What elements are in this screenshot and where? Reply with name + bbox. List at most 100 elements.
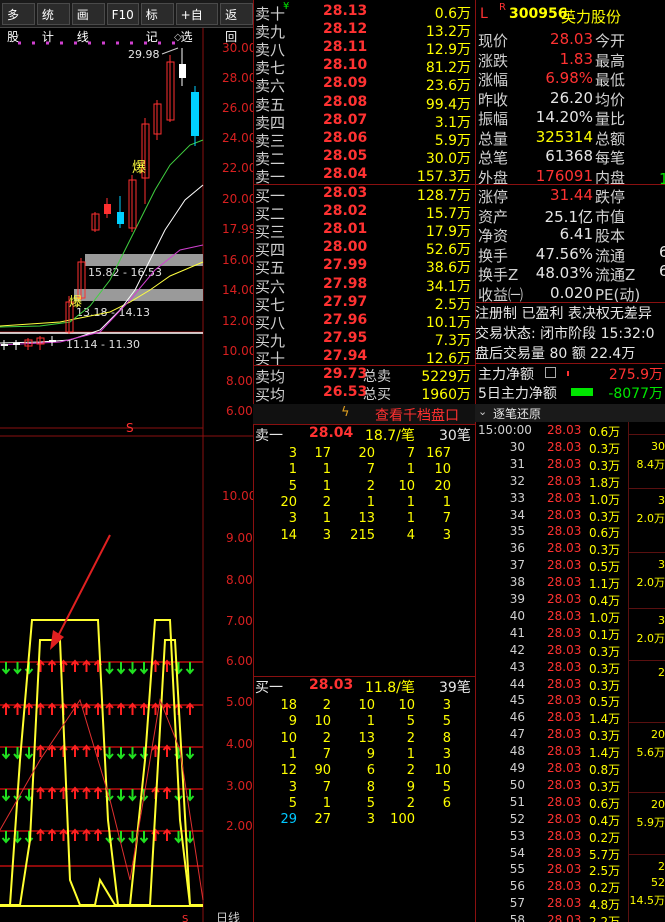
tick-volume: 0.6万: [589, 796, 621, 811]
tick-row: 41 28.03 0.1万: [475, 626, 625, 643]
tick-volume: 1.0万: [589, 492, 621, 507]
buy-level-row[interactable]: 买二 28.02 15.7万: [253, 203, 475, 223]
draw-line-button[interactable]: 画线: [71, 2, 105, 44]
sell-level-row[interactable]: 卖十 28.13 0.6万 ¥: [253, 1, 475, 23]
buy-level-row[interactable]: 买一 28.03 128.7万: [253, 185, 475, 205]
burst-marker: 爆: [69, 295, 82, 310]
queue-cell: 13: [358, 730, 375, 746]
quote-key: 现价: [478, 32, 509, 50]
price-axis-label: 17.99: [222, 222, 253, 236]
queue-cell: 2: [322, 494, 331, 510]
queue-cell: 10: [398, 698, 415, 713]
quote-key: 涨幅: [478, 71, 509, 89]
quote-key: 涨跌: [478, 51, 509, 70]
tick-side-value: 20: [651, 728, 665, 741]
tick-title-bar[interactable]: ⌄ 逐笔还原: [475, 404, 665, 422]
queue-cell: 5: [288, 478, 297, 494]
sell-level-row[interactable]: 卖三 28.06 5.9万: [253, 130, 475, 150]
buy-level-row[interactable]: 买九 27.95 7.3万: [253, 330, 475, 350]
queue-cell: 8: [442, 730, 451, 746]
sell-level-row[interactable]: 卖七 28.10 81.2万: [253, 57, 475, 77]
quote-value: 25.1亿: [544, 207, 593, 226]
down-arrow-icon: [185, 662, 195, 675]
registration-line: 注册制 已盈利 表决权无差异: [475, 306, 652, 322]
mark-button[interactable]: 标记: [140, 2, 174, 44]
quote-key: 最高: [595, 51, 626, 70]
up-arrow-icon: [47, 786, 57, 799]
tick-side-value: 5.6万: [636, 746, 665, 759]
add-watchlist-button[interactable]: +自选: [175, 2, 219, 44]
queue-row: 12 90 6 2 10: [253, 763, 475, 779]
level-volume: 5.9万: [434, 132, 471, 149]
level-volume: 0.6万: [434, 6, 471, 22]
statistics-button[interactable]: 统计: [36, 2, 70, 44]
down-arrow-icon: [139, 831, 149, 844]
sell-level-row[interactable]: 卖二 28.05 30.0万: [253, 148, 475, 168]
tick-price: 28.03: [547, 744, 582, 759]
multi-stock-button[interactable]: 多股: [2, 2, 35, 44]
tick-volume: 0.3万: [589, 661, 621, 676]
tick-price: 28.03: [547, 456, 582, 471]
tick-price: 28.03: [547, 761, 582, 775]
buy-level-row[interactable]: 买六 27.98 34.1万: [253, 276, 475, 296]
quote-value: 26.20: [550, 88, 593, 107]
price-axis-label: 14.00: [222, 283, 253, 297]
quote-key: 换手Z: [478, 266, 519, 284]
f10-button[interactable]: F10: [106, 2, 139, 25]
quote-row: 涨幅 6.98% 最低: [475, 69, 665, 89]
queue-cell: 10: [434, 462, 451, 478]
queue-row: 18 2 10 10 3: [253, 698, 475, 714]
queue-cell: 1: [366, 714, 375, 730]
quote-key: 市值: [595, 207, 626, 226]
queue-cell: 2: [322, 730, 331, 746]
tick-volume: 0.5万: [589, 695, 621, 710]
buy-level-row[interactable]: 买八 27.96 10.1万: [253, 312, 475, 332]
clipped-value: 6: [659, 243, 665, 261]
buy-level-row[interactable]: 买十 27.94 12.6万: [253, 348, 475, 368]
thousand-level-link-bar[interactable]: ϟ 查看千档盘口: [253, 404, 475, 424]
lower-axis-label: 3.00: [226, 779, 253, 793]
sell-level-row[interactable]: 卖九 28.12 13.2万: [253, 21, 475, 41]
tick-side-value: 2.0万: [636, 512, 665, 525]
queue-cell: 7: [322, 746, 331, 762]
tick-price: 28.03: [547, 896, 582, 911]
level-price: 28.03: [323, 185, 368, 201]
price-axis-label: 8.00: [226, 374, 253, 388]
sell-level-row[interactable]: 卖一 28.04 157.3万: [253, 166, 475, 186]
tick-price: 28.03: [547, 845, 582, 860]
queue-row: 9 10 1 5 5: [253, 714, 475, 730]
quote-value: 28.03: [550, 30, 593, 48]
back-button[interactable]: 返回: [220, 2, 253, 44]
quote-key: 振幅: [478, 110, 509, 128]
tick-time: 31: [509, 456, 525, 471]
sell-level-row[interactable]: 卖四 28.07 3.1万: [253, 112, 475, 132]
up-arrow-icon: [70, 786, 80, 799]
sell-level-row[interactable]: 卖六 28.09 23.6万: [253, 75, 475, 95]
buy-level-row[interactable]: 买四 28.00 52.6万: [253, 239, 475, 259]
queue-cell: 1: [366, 494, 375, 510]
tick-row: 47 28.03 0.3万: [475, 727, 625, 744]
queue-cell: 7: [406, 446, 415, 461]
down-arrow-icon: [128, 789, 137, 802]
level-volume: 12.9万: [425, 42, 471, 59]
up-arrow-icon: [82, 786, 91, 799]
tick-side-value: 2: [658, 860, 665, 873]
queue-cell: 3: [288, 779, 297, 795]
queue-cell: 18: [280, 698, 297, 713]
sell-level-row[interactable]: 卖八 28.11 12.9万: [253, 39, 475, 59]
buy-level-row[interactable]: 买五 27.99 38.6万: [253, 257, 475, 277]
kline-chart[interactable]: 30.00 28.00 26.00 24.00 22.00 20.00 17.9…: [0, 28, 253, 922]
queue-cell: 10: [434, 763, 451, 779]
tick-price: 28.03: [547, 507, 582, 522]
chart-icon[interactable]: [545, 367, 556, 378]
tick-volume: 2.5万: [589, 864, 621, 879]
sell-level-row[interactable]: 卖五 28.08 99.4万: [253, 94, 475, 114]
queue-cell: 12: [280, 763, 297, 779]
buy-level-row[interactable]: 买七 27.97 2.5万: [253, 294, 475, 314]
tick-time: 34: [509, 507, 525, 522]
buy-level-row[interactable]: 买三 28.01 17.9万: [253, 221, 475, 241]
thousand-level-link[interactable]: 查看千档盘口: [375, 405, 459, 425]
sell-average-row: 卖均 29.73 总卖 5229万: [255, 366, 471, 386]
level-volume: 128.7万: [416, 188, 471, 204]
collapse-icon[interactable]: ⌄: [478, 405, 487, 418]
